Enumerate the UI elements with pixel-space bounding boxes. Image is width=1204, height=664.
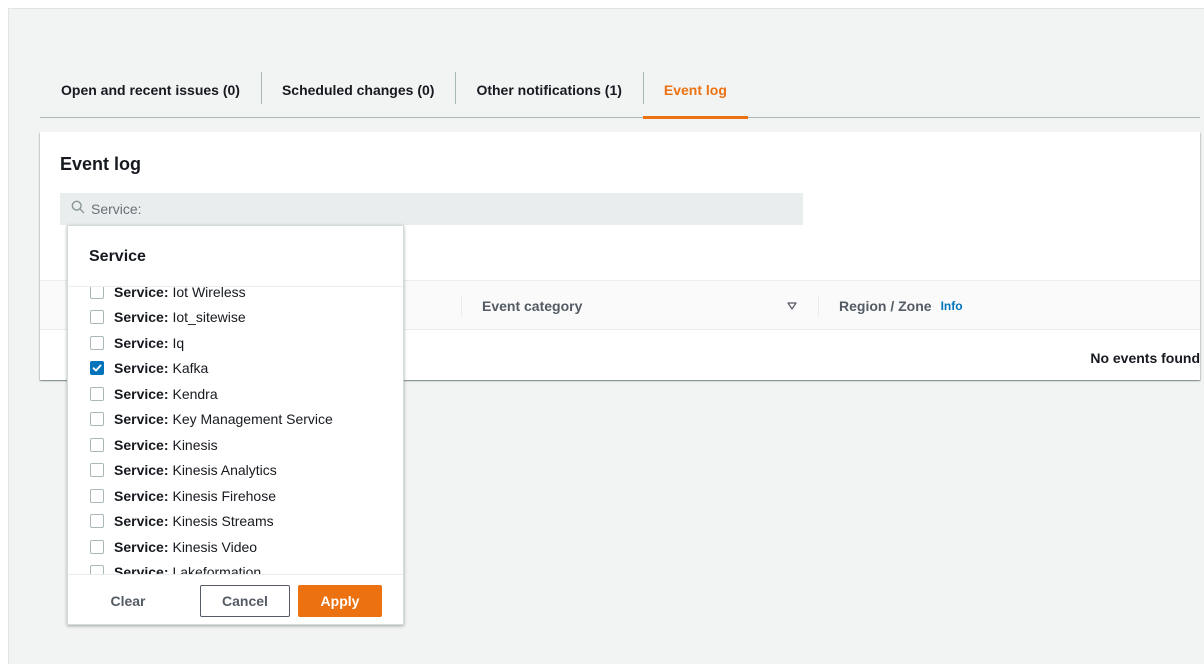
service-option[interactable]: Service: Key Management Service [90,409,333,429]
checkbox[interactable] [90,387,104,401]
column-divider [818,295,819,317]
option-label: Lakeformation [172,564,262,574]
option-prefix: Service: [114,386,169,402]
dropdown-title: Service [68,226,403,287]
option-prefix: Service: [114,411,169,427]
column-label: Event category [482,298,583,314]
search-box[interactable] [60,193,803,225]
service-option[interactable]: Service: Iot Wireless [90,287,246,302]
tab-other-notifications[interactable]: Other notifications (1) [455,62,642,118]
option-prefix: Service: [114,488,169,504]
option-prefix: Service: [114,564,169,574]
search-input[interactable] [91,201,791,217]
option-label: Kendra [172,386,218,402]
service-option[interactable]: Service: Iq [90,333,184,353]
apply-button[interactable]: Apply [298,585,382,617]
tab-scheduled-changes[interactable]: Scheduled changes (0) [260,62,455,118]
option-prefix: Service: [114,335,169,351]
clear-button[interactable]: Clear [90,585,166,617]
option-label: Kinesis Streams [172,513,274,529]
service-option[interactable]: Service: Kafka [90,358,208,378]
column-header-event-category[interactable]: Event category [482,281,582,331]
search-icon [71,200,85,219]
service-option[interactable]: Service: Kinesis Video [90,537,257,557]
checkbox[interactable] [90,489,104,503]
option-label: Kinesis Firehose [172,488,276,504]
option-prefix: Service: [114,287,169,300]
service-filter-dropdown: Service Service: Iot Wireless Service: I… [67,225,404,625]
option-prefix: Service: [114,360,169,376]
option-prefix: Service: [114,513,169,529]
option-prefix: Service: [114,309,169,325]
option-label: Kinesis Analytics [172,462,277,478]
column-label: Region / Zone [839,298,932,314]
option-label: Iot Wireless [172,287,246,300]
service-option[interactable]: Service: Kinesis Streams [90,511,274,531]
info-link[interactable]: Info [941,299,963,313]
viewport: Open and recent issues (0) Scheduled cha… [0,0,1204,664]
checkbox[interactable] [90,540,104,554]
dropdown-footer: Clear Cancel Apply [68,574,403,624]
service-option[interactable]: Service: Iot_sitewise [90,307,246,327]
tab-open-recent-issues[interactable]: Open and recent issues (0) [40,62,261,118]
option-label: Kinesis Video [172,539,258,555]
checkbox[interactable] [90,336,104,350]
checkbox[interactable] [90,287,104,299]
option-label: Iot_sitewise [172,309,246,325]
option-label: Key Management Service [172,411,333,427]
checkbox[interactable] [90,463,104,477]
column-divider [461,295,462,317]
option-prefix: Service: [114,437,169,453]
option-label: Kinesis [172,437,218,453]
checkbox-checked[interactable] [90,361,104,375]
checkbox[interactable] [90,514,104,528]
check-icon [92,364,102,372]
service-option[interactable]: Service: Kendra [90,384,218,404]
empty-state-message: No events found [1090,350,1200,366]
column-header-region-zone[interactable]: Region / Zone Info [839,281,963,331]
option-prefix: Service: [114,462,169,478]
tab-event-log[interactable]: Event log [642,62,748,119]
tab-bar: Open and recent issues (0) Scheduled cha… [40,62,1200,119]
checkbox[interactable] [90,310,104,324]
service-option[interactable]: Service: Kinesis Firehose [90,486,276,506]
option-prefix: Service: [114,539,169,555]
cancel-button[interactable]: Cancel [200,585,290,617]
checkbox[interactable] [90,565,104,574]
option-label: Iq [172,335,185,351]
service-option[interactable]: Service: Kinesis [90,435,218,455]
service-options-list[interactable]: Service: Iot Wireless Service: Iot_sitew… [68,287,403,574]
panel-title: Event log [60,154,142,174]
checkbox[interactable] [90,438,104,452]
checkbox[interactable] [90,412,104,426]
service-option[interactable]: Service: Lakeformation [90,562,261,574]
sort-down-icon[interactable] [786,299,798,311]
option-label: Kafka [172,360,209,376]
service-option[interactable]: Service: Kinesis Analytics [90,460,277,480]
